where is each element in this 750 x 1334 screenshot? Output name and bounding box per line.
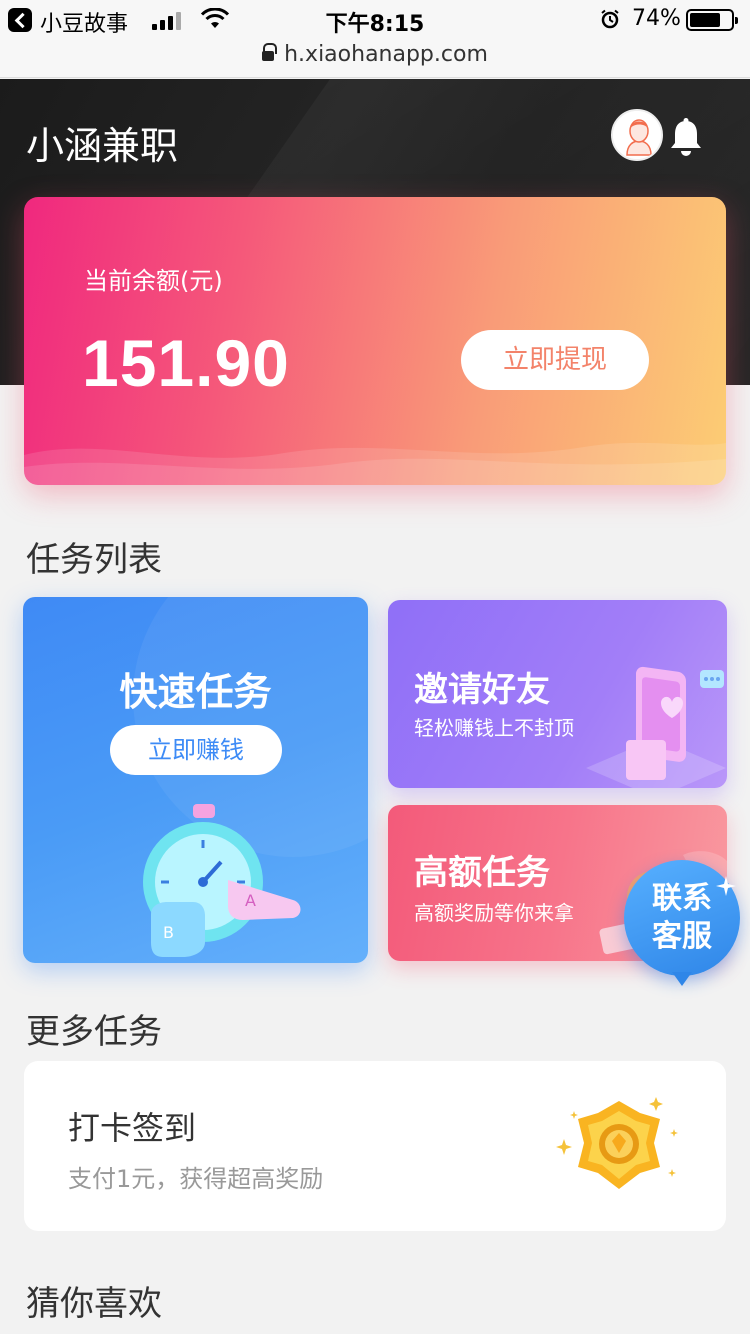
url-text[interactable]: h.xiaohanapp.com <box>284 42 488 67</box>
avatar[interactable] <box>611 109 663 161</box>
phone-illustration <box>586 666 726 788</box>
app-title: 小涵兼职 <box>26 124 179 168</box>
quick-task-card[interactable]: 快速任务 立即赚钱 A B <box>23 597 368 963</box>
balance-value: 151.90 <box>82 326 290 400</box>
quick-task-title: 快速任务 <box>119 670 272 714</box>
medal-illustration <box>556 1097 678 1189</box>
card-wave-decoration <box>24 442 726 485</box>
lock-icon <box>262 42 278 62</box>
battery-percent: 74% <box>632 6 681 31</box>
stopwatch-illustration: A B <box>143 804 301 957</box>
alarm-icon <box>601 9 619 29</box>
checkin-subtitle: 支付1元，获得超高奖励 <box>68 1165 324 1193</box>
battery-icon <box>686 9 738 31</box>
customer-service-line2: 客服 <box>652 919 712 954</box>
checkin-card[interactable]: 打卡签到 支付1元，获得超高奖励 <box>24 1061 726 1231</box>
invite-friends-card[interactable]: 邀请好友 轻松赚钱上不封顶 <box>388 600 727 788</box>
high-value-title: 高额任务 <box>414 853 550 893</box>
high-value-subtitle: 高额奖励等你来拿 <box>414 901 574 925</box>
section-title-guess: 猜你喜欢 <box>26 1284 162 1324</box>
svg-text:A: A <box>245 891 256 910</box>
checkin-title: 打卡签到 <box>68 1109 197 1147</box>
sparkle-icon <box>716 876 736 896</box>
withdraw-button[interactable]: 立即提现 <box>461 330 649 390</box>
balance-label: 当前余额(元) <box>84 267 223 295</box>
status-bar: 小豆故事 下午8:15 74% <box>0 0 750 40</box>
balance-card: 当前余额(元) 151.90 立即提现 <box>24 197 726 485</box>
section-title-tasks: 任务列表 <box>26 540 162 580</box>
earn-now-button[interactable]: 立即赚钱 <box>110 725 282 775</box>
invite-title: 邀请好友 <box>414 670 550 710</box>
section-title-more: 更多任务 <box>26 1012 162 1052</box>
url-bar[interactable]: h.xiaohanapp.com <box>0 40 750 78</box>
invite-subtitle: 轻松赚钱上不封顶 <box>414 716 574 740</box>
bell-icon[interactable] <box>667 117 705 159</box>
svg-text:B: B <box>163 923 174 942</box>
